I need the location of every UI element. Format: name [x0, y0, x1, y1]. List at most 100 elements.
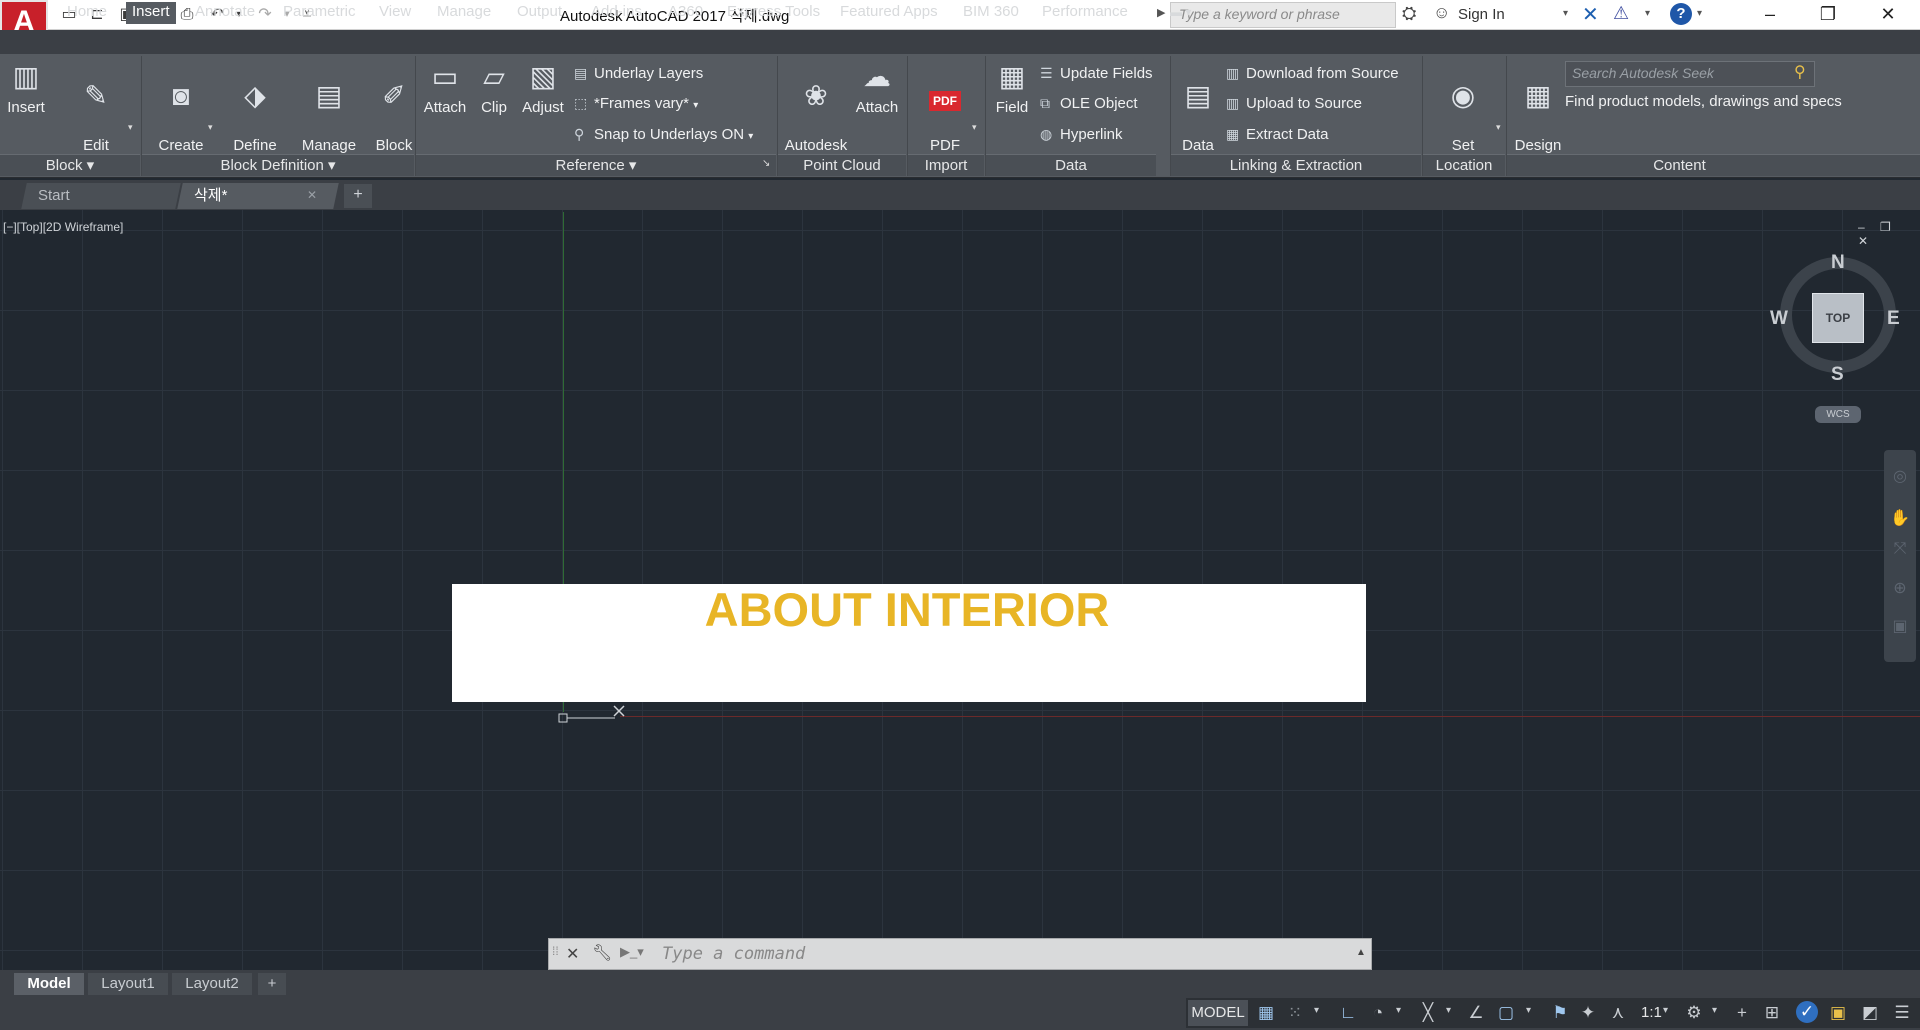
tab-annotate[interactable]: Annotate	[195, 2, 255, 24]
chevron-down-icon[interactable]: ▾	[1496, 122, 1501, 133]
upload-to-source-button[interactable]: ▥ Upload to Source	[1226, 92, 1362, 114]
tab-output[interactable]: Output	[517, 2, 562, 24]
underlay-layers-button[interactable]: ▤ Underlay Layers	[574, 62, 703, 84]
viewport-controls-label[interactable]: [−][Top][2D Wireframe]	[3, 220, 123, 234]
tab-a360[interactable]: A360	[668, 2, 703, 24]
tab-manage[interactable]: Manage	[437, 2, 491, 24]
attach-button[interactable]: ▭ Attach	[420, 58, 470, 117]
ribbon-minimize-icon[interactable]: ▬ ▾	[1170, 2, 1191, 24]
tab-add-ins[interactable]: Add-ins	[591, 2, 642, 24]
steering-wheel-icon[interactable]: ◎	[1890, 466, 1910, 486]
chevron-down-icon[interactable]: ▾	[1526, 1005, 1531, 1016]
field-button[interactable]: ▦ Field	[990, 58, 1034, 117]
tab-layout2[interactable]: Layout2	[172, 973, 252, 995]
auto-scale-icon[interactable]: ✦	[1576, 1001, 1600, 1025]
customization-menu-icon[interactable]: ☰	[1890, 1001, 1914, 1025]
seek-search-icon[interactable]: ⚲	[1794, 62, 1806, 82]
panel-title-block[interactable]: Block ▾	[0, 154, 140, 176]
close-command-line-icon[interactable]: ✕	[566, 944, 579, 964]
autodesk-exchange-icon[interactable]: ✕	[1582, 2, 1599, 27]
annotation-visibility-icon[interactable]: ⚑	[1548, 1001, 1572, 1025]
point-cloud-attach-button[interactable]: ☁ Attach	[852, 58, 902, 117]
compass-south[interactable]: S	[1831, 364, 1844, 386]
panel-title-reference[interactable]: Reference ▾	[416, 154, 776, 176]
tab-featured-apps[interactable]: Featured Apps	[840, 2, 938, 24]
ortho-icon[interactable]: ∟	[1336, 1001, 1360, 1025]
workspace-gear-icon[interactable]: ⚙	[1682, 1001, 1706, 1025]
tab-start[interactable]: Start	[21, 183, 181, 209]
tab-bim-360[interactable]: BIM 360	[963, 2, 1019, 24]
annotation-scale-dropdown[interactable]: 1:1	[1641, 1004, 1662, 1021]
redo-icon[interactable]: ↷	[254, 4, 276, 26]
polar-tracking-icon[interactable]: ◔	[1366, 1001, 1390, 1025]
isodraft-icon[interactable]: ╳	[1416, 1001, 1440, 1025]
compass-east[interactable]: E	[1887, 308, 1900, 330]
pan-hand-icon[interactable]: ✋	[1890, 508, 1910, 528]
snap-to-underlays-dropdown[interactable]: ⚲ Snap to Underlays ON ▾	[574, 123, 753, 145]
binoculars-icon[interactable]: ⛭	[1402, 3, 1416, 24]
chevron-down-icon[interactable]: ▾	[1712, 1005, 1717, 1016]
search-input[interactable]: Type a keyword or phrase	[1170, 2, 1396, 28]
lock-ui-icon[interactable]: ▣	[1826, 1001, 1850, 1025]
annotation-monitor-icon[interactable]: +	[1730, 1001, 1754, 1025]
seek-search-input[interactable]: Search Autodesk Seek	[1565, 61, 1815, 87]
chevron-down-icon[interactable]: ▾	[1563, 8, 1568, 19]
tab-view[interactable]: View	[379, 2, 411, 24]
restore-button[interactable]: ❐	[1800, 0, 1856, 30]
chevron-down-icon[interactable]: ▾	[1663, 1005, 1668, 1016]
clean-screen-icon[interactable]: ◩	[1858, 1001, 1882, 1025]
zoom-icon[interactable]: ⤧	[1890, 540, 1910, 560]
command-input[interactable]: Type a command	[662, 944, 805, 964]
drawing-text-about-interior[interactable]: ABOUT INTERIOR	[452, 582, 1362, 637]
download-from-source-button[interactable]: ▥ Download from Source	[1226, 62, 1399, 84]
object-snap-icon[interactable]: ▢	[1494, 1001, 1518, 1025]
chevron-down-icon[interactable]: ▾	[1697, 8, 1702, 19]
ole-object-button[interactable]: ⧉ OLE Object	[1040, 92, 1138, 114]
chevron-down-icon[interactable]: ▾	[1396, 1005, 1401, 1016]
command-prompt-icon[interactable]: ▶_▾	[620, 944, 644, 960]
wrench-icon[interactable]: 🔧︎	[592, 943, 612, 963]
insert-block-button[interactable]: ▥ Insert	[2, 58, 50, 117]
showmotion-icon[interactable]: ▣	[1890, 616, 1910, 636]
sign-in-button[interactable]: Sign In	[1458, 6, 1505, 23]
chevron-down-icon[interactable]: ▾	[128, 122, 133, 133]
tab-model[interactable]: Model	[14, 973, 84, 995]
tab-insert[interactable]: Insert	[126, 2, 176, 24]
tab-parametric[interactable]: Parametric	[283, 2, 356, 24]
wcs-menu[interactable]: WCS	[1815, 406, 1861, 423]
annotation-scale-icon[interactable]: ⋏	[1606, 1001, 1630, 1025]
chevron-down-icon[interactable]: ▾	[1645, 8, 1650, 19]
compass-north[interactable]: N	[1831, 252, 1845, 274]
object-snap-tracking-icon[interactable]: ∠	[1464, 1001, 1488, 1025]
update-fields-button[interactable]: ☰ Update Fields	[1040, 62, 1153, 84]
viewport-window-controls[interactable]: – ❐ ✕	[1858, 220, 1920, 248]
snap-icon[interactable]: ⁙	[1283, 1001, 1307, 1025]
chevron-down-icon[interactable]: ▾	[1314, 1005, 1319, 1016]
close-tab-icon[interactable]: ✕	[307, 188, 317, 202]
hyperlink-button[interactable]: ◍ Hyperlink	[1040, 123, 1123, 145]
extract-data-button[interactable]: ▦ Extract Data	[1226, 123, 1329, 145]
new-tab-button[interactable]: +	[344, 184, 372, 208]
panel-title-block-definition[interactable]: Block Definition ▾	[142, 154, 414, 176]
orbit-icon[interactable]: ⊕	[1890, 578, 1910, 598]
close-button[interactable]: ✕	[1860, 0, 1916, 30]
minimize-button[interactable]: –	[1742, 0, 1798, 30]
grid-icon[interactable]: ▦	[1254, 1001, 1278, 1025]
search-expand-icon[interactable]: ▶	[1157, 6, 1165, 19]
frames-vary-dropdown[interactable]: ⬚ *Frames vary* ▾	[574, 92, 698, 114]
chevron-down-icon[interactable]: ▾	[972, 122, 977, 133]
clip-button[interactable]: ▱ Clip	[472, 58, 516, 117]
units-icon[interactable]: ⊞	[1760, 1001, 1784, 1025]
model-space-toggle[interactable]: MODEL	[1188, 1000, 1248, 1026]
dialog-launcher-icon[interactable]: ↘	[762, 158, 770, 169]
adjust-button[interactable]: ▧ Adjust	[518, 58, 568, 117]
chevron-down-icon[interactable]: ▾	[208, 122, 213, 133]
user-icon[interactable]: ☺	[1433, 3, 1450, 23]
viewcube-top-face[interactable]: TOP	[1812, 293, 1864, 343]
quick-properties-icon[interactable]: ✓	[1796, 1001, 1818, 1023]
a360-icon[interactable]: ⚠	[1613, 3, 1629, 24]
help-icon[interactable]: ?	[1670, 3, 1692, 25]
chevron-down-icon[interactable]: ▾	[1446, 1005, 1451, 1016]
tab-express-tools[interactable]: Express Tools	[727, 2, 820, 24]
compass-west[interactable]: W	[1770, 308, 1788, 330]
